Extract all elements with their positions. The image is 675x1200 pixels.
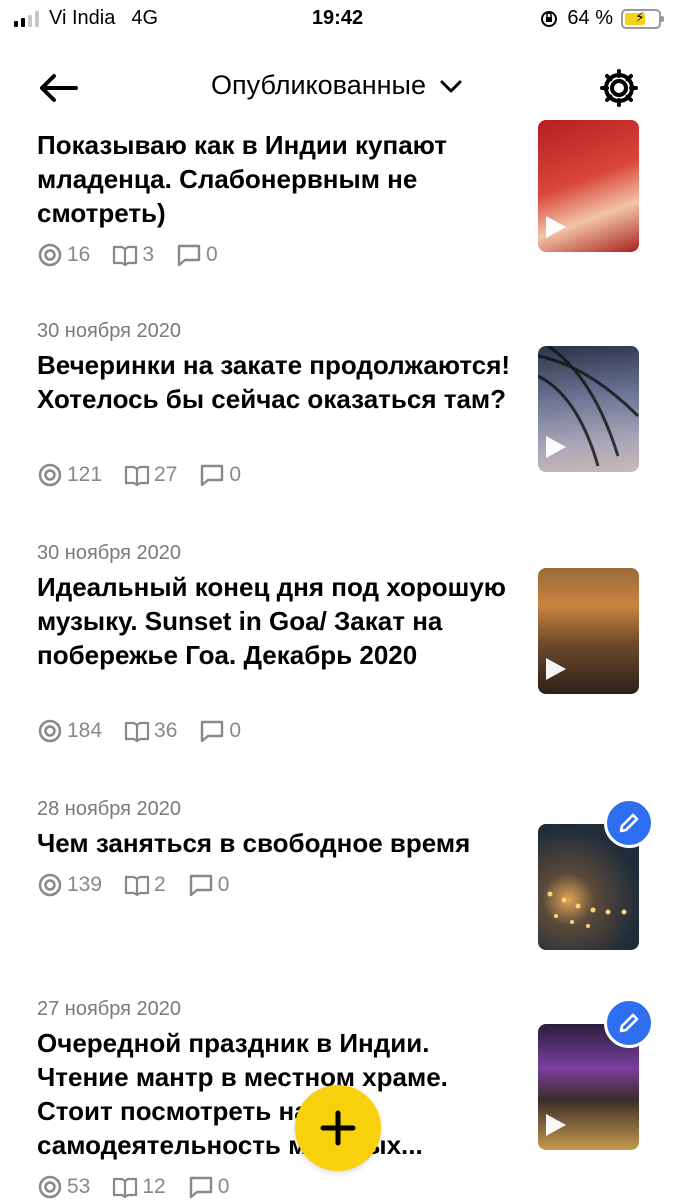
views-icon bbox=[38, 243, 62, 267]
post-stats: 121 27 0 bbox=[37, 462, 263, 488]
views-icon bbox=[38, 873, 62, 897]
battery-percent: 64 % bbox=[567, 7, 613, 29]
battery-icon: ⚡ bbox=[621, 8, 664, 29]
orientation-lock-icon bbox=[541, 10, 558, 27]
post-stats: 16 3 0 bbox=[37, 242, 240, 268]
post-title[interactable]: Идеальный конец дня под хорошую музыку. … bbox=[37, 570, 517, 672]
reads-icon bbox=[124, 875, 150, 897]
play-icon bbox=[546, 216, 566, 238]
comments-icon bbox=[177, 244, 201, 267]
reads-icon bbox=[124, 465, 150, 487]
views-icon bbox=[38, 719, 62, 743]
reads-icon bbox=[124, 721, 150, 743]
reads-count: 12 bbox=[142, 1175, 166, 1198]
reads-count: 3 bbox=[142, 243, 155, 266]
play-icon bbox=[546, 1114, 566, 1136]
views-count: 16 bbox=[67, 243, 91, 266]
post-date: 28 ноября 2020 bbox=[37, 798, 182, 820]
views-count: 53 bbox=[67, 1175, 91, 1198]
create-post-button[interactable] bbox=[295, 1085, 381, 1171]
comments-count: 0 bbox=[229, 719, 242, 742]
edit-button[interactable] bbox=[604, 998, 654, 1048]
page-title: Опубликованные bbox=[211, 70, 426, 100]
post-stats: 139 2 0 bbox=[37, 872, 251, 898]
chevron-down-icon bbox=[440, 80, 462, 92]
plus-icon bbox=[320, 1110, 356, 1146]
play-icon bbox=[546, 658, 566, 680]
views-icon bbox=[38, 1175, 62, 1199]
post-thumbnail[interactable] bbox=[538, 346, 639, 472]
views-count: 139 bbox=[67, 873, 103, 896]
settings-button[interactable] bbox=[597, 66, 641, 110]
views-count: 184 bbox=[67, 719, 103, 742]
comments-icon bbox=[201, 720, 224, 743]
post-title[interactable]: Вечеринки на закате продолжаются! Хотело… bbox=[37, 348, 517, 416]
top-bar: Опубликованные bbox=[0, 60, 675, 116]
post-thumbnail[interactable] bbox=[538, 568, 639, 694]
comments-count: 0 bbox=[206, 243, 218, 266]
reads-icon bbox=[113, 1177, 138, 1199]
post-thumbnail[interactable] bbox=[538, 120, 639, 252]
posts-feed[interactable]: Показываю как в Индии купают младенца. С… bbox=[0, 120, 675, 1200]
comments-count: 0 bbox=[229, 463, 242, 486]
reads-count: 36 bbox=[154, 719, 178, 742]
edit-button[interactable] bbox=[604, 798, 654, 848]
comments-icon bbox=[201, 464, 224, 487]
reads-count: 27 bbox=[154, 463, 178, 486]
views-count: 121 bbox=[67, 463, 103, 486]
post-date: 27 ноября 2020 bbox=[37, 998, 182, 1020]
post-stats: 53 12 0 bbox=[37, 1174, 251, 1200]
title-dropdown[interactable]: Опубликованные bbox=[0, 70, 675, 101]
post-title[interactable]: Очередной праздник в Индии. Чтение мантр… bbox=[37, 1026, 517, 1162]
status-bar: Vi India 4G 19:42 64 % ⚡ bbox=[0, 0, 675, 38]
post-title[interactable]: Показываю как в Индии купают младенца. С… bbox=[37, 128, 517, 230]
views-icon bbox=[38, 463, 62, 487]
reads-icon bbox=[113, 245, 138, 267]
comments-icon bbox=[189, 874, 212, 897]
play-icon bbox=[546, 436, 566, 458]
pencil-icon bbox=[619, 813, 639, 833]
comments-count: 0 bbox=[217, 873, 230, 896]
post-date: 30 ноября 2020 bbox=[37, 542, 182, 564]
gear-icon bbox=[600, 69, 638, 107]
comments-icon bbox=[189, 1176, 212, 1199]
comments-count: 0 bbox=[217, 1175, 230, 1198]
reads-count: 2 bbox=[154, 873, 166, 896]
post-title[interactable]: Чем заняться в свободное время bbox=[37, 826, 517, 860]
pencil-icon bbox=[619, 1013, 639, 1033]
post-date: 30 ноября 2020 bbox=[37, 320, 182, 342]
post-stats: 184 36 0 bbox=[37, 718, 263, 744]
